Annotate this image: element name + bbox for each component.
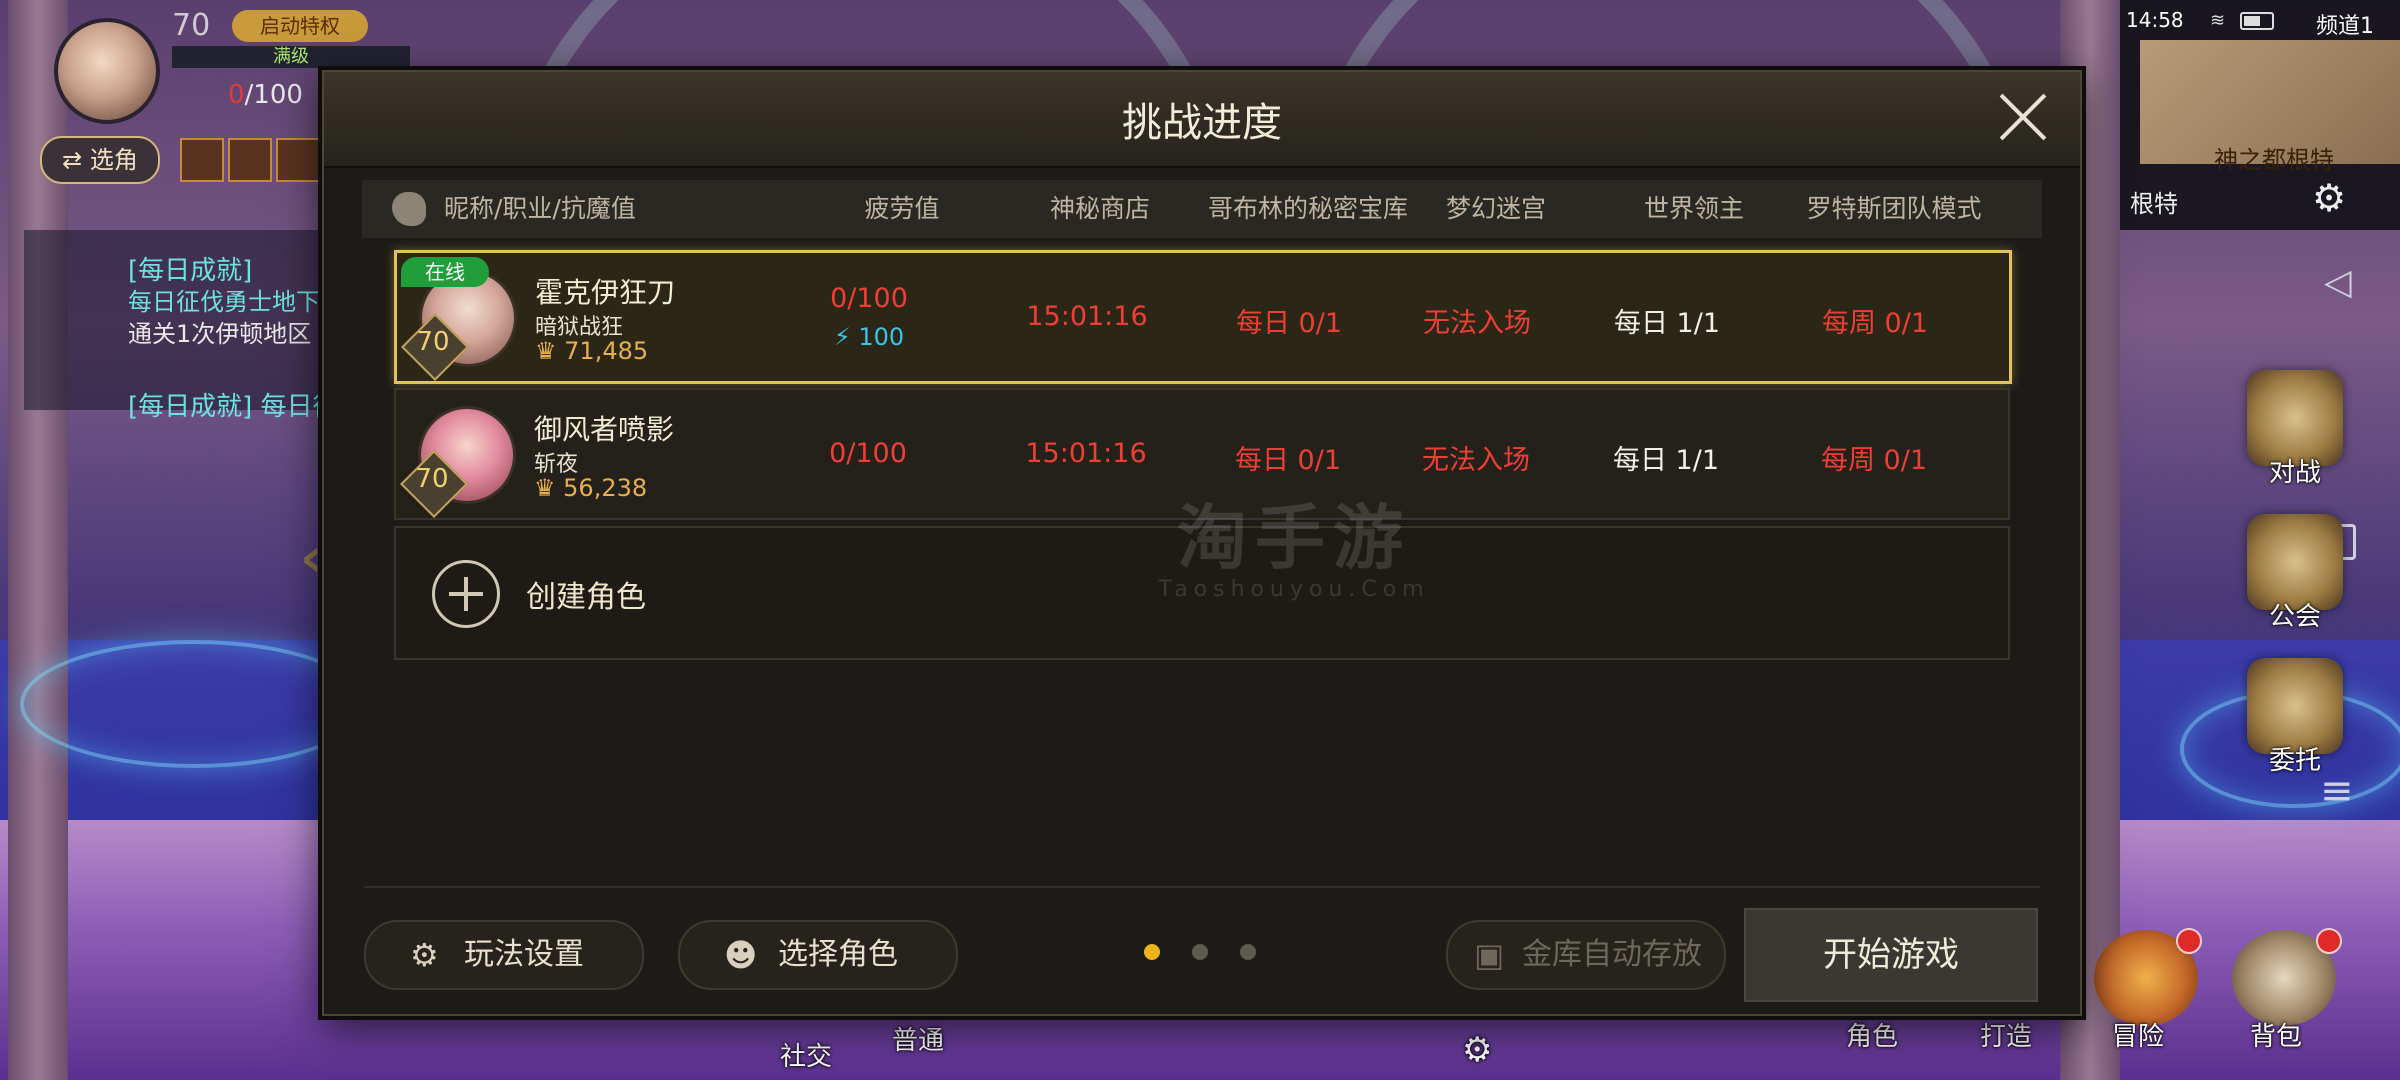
buff-icon-2[interactable]: [228, 138, 272, 182]
quest-title-second[interactable]: [每日成就] 每日征伐: [128, 386, 318, 423]
lotus-raid-status: 每周 0/1: [1821, 308, 1929, 339]
guild-button[interactable]: 公会: [2240, 514, 2350, 633]
close-icon[interactable]: [1998, 92, 2048, 142]
online-badge: 在线: [401, 257, 489, 287]
guild-label: 公会: [2268, 602, 2321, 632]
anti-magic-icon: ♛: [534, 474, 564, 502]
dream-maze-status: 无法入场: [1422, 445, 1530, 476]
stamina-max: /100: [244, 80, 303, 110]
adventure-notification-dot: [2176, 928, 2202, 954]
mystery-shop-timer: 15:01:16: [1026, 301, 1148, 332]
channel-label[interactable]: 频道1: [2316, 8, 2374, 40]
quest-description[interactable]: 每日征伐勇士地下城: [128, 282, 318, 317]
privilege-button[interactable]: 启动特权: [232, 10, 368, 42]
character-select-icon: ☻: [724, 936, 758, 974]
wifi-icon: ≋: [2210, 10, 2226, 31]
backpack-notification-dot: [2316, 928, 2342, 954]
pvp-label: 对战: [2268, 458, 2321, 488]
role-button[interactable]: 角色: [1846, 1016, 1898, 1053]
goblin-vault-status: 每日 0/1: [1234, 445, 1342, 476]
magic-circle-left: [20, 640, 368, 768]
character-level: 70: [416, 327, 450, 357]
adventure-button[interactable]: 冒险: [2112, 1016, 2164, 1053]
switch-role-button[interactable]: ⇄ 选角: [40, 136, 160, 184]
page-dot-3[interactable]: [1240, 944, 1256, 960]
minimap-location: 神之都根特: [2214, 146, 2334, 174]
lightning-icon: ⚡: [833, 323, 859, 351]
dialog-header: 挑战进度: [324, 72, 2080, 168]
mystery-shop-timer: 15:01:16: [1025, 438, 1147, 469]
character-power: ♛ 56,238: [534, 474, 647, 502]
buff-icon-3[interactable]: [276, 138, 320, 182]
full-level-bar: 满级: [172, 46, 410, 68]
footer-divider: [364, 886, 2040, 888]
gameplay-settings-button[interactable]: ⚙ 玩法设置: [364, 920, 644, 990]
gear-icon[interactable]: ⚙: [2312, 176, 2346, 220]
battery-icon: [2240, 12, 2274, 30]
world-boss-status: 每日 1/1: [1612, 445, 1720, 476]
fatigue-value: 0/100: [829, 438, 907, 469]
gameplay-settings-label: 玩法设置: [464, 937, 584, 972]
watermark-en: Taoshouyou.Com: [1158, 577, 1430, 602]
quest-objective[interactable]: 通关1次伊顿地区: [128, 314, 318, 349]
fatigue-value: 0/100: [830, 283, 908, 314]
col-world-boss: 世界领主: [1643, 194, 1744, 223]
goblin-vault-status: 每日 0/1: [1235, 308, 1343, 339]
vault-icon: ▣: [1474, 936, 1505, 974]
col-lotus-raid: 罗特斯团队模式: [1806, 194, 1982, 223]
dream-maze-status: 无法入场: [1423, 308, 1531, 339]
page-dot-2[interactable]: [1192, 944, 1208, 960]
player-avatar[interactable]: [54, 18, 160, 124]
col-fatigue: 疲劳值: [864, 194, 940, 223]
anti-magic-icon: ♛: [535, 337, 565, 365]
user-silhouette-icon: [392, 192, 426, 226]
challenge-progress-dialog: 挑战进度 昵称/职业/抗魔值 疲劳值 神秘商店 哥布林的秘密宝库 梦幻迷宫 世界…: [322, 70, 2082, 1016]
character-name: 霍克伊狂刀: [535, 276, 676, 309]
back-triangle-icon[interactable]: ◁: [2324, 262, 2352, 303]
character-level: 70: [415, 464, 449, 494]
column-header-bar: 昵称/职业/抗魔值 疲劳值 神秘商店 哥布林的秘密宝库 梦幻迷宫 世界领主 罗特…: [362, 180, 2042, 238]
gear-icon: ⚙: [410, 936, 439, 974]
create-character-label: 创建角色: [526, 580, 646, 615]
craft-button[interactable]: 打造: [1980, 1016, 2032, 1053]
character-row[interactable]: 在线 70 霍克伊狂刀 暗狱战狂 ♛ 71,485 0/100 ⚡ 100 15…: [394, 250, 2012, 384]
menu-icon[interactable]: ≡: [2320, 771, 2354, 811]
social-label[interactable]: 社交: [780, 1036, 832, 1073]
watermark: 淘手游 Taoshouyou.Com: [1074, 482, 1514, 602]
start-game-button[interactable]: 开始游戏: [1744, 908, 2038, 1002]
power-value: 71,485: [564, 337, 649, 365]
player-level: 70: [172, 8, 211, 43]
clock-text: 14:58: [2126, 8, 2184, 32]
vault-auto-store-button[interactable]: ▣ 金库自动存放: [1446, 920, 1726, 990]
power-value: 56,238: [563, 474, 648, 502]
fatigue-bonus: ⚡ 100: [799, 323, 939, 351]
fatigue-bonus-value: 100: [858, 323, 905, 351]
prev-page-arrow-icon[interactable]: ‹: [300, 526, 322, 589]
plus-circle-icon: [432, 560, 500, 628]
character-power: ♛ 71,485: [535, 337, 648, 365]
col-mystery-shop: 神秘商店: [1049, 194, 1150, 223]
backpack-button[interactable]: 背包: [2250, 1016, 2302, 1053]
stamina-readout: 0/100: [228, 80, 303, 110]
col-name: 昵称/职业/抗魔值: [444, 194, 636, 223]
select-character-label: 选择角色: [778, 937, 898, 972]
world-boss-status: 每日 1/1: [1613, 308, 1721, 339]
chat-channel-normal[interactable]: 普通: [892, 1020, 944, 1057]
page-dot-1[interactable]: [1144, 944, 1160, 960]
watermark-cn: 淘手游: [1177, 497, 1411, 579]
col-goblin-vault: 哥布林的秘密宝库: [1207, 194, 1408, 223]
lotus-raid-status: 每周 0/1: [1820, 445, 1928, 476]
buff-icon-1[interactable]: [180, 138, 224, 182]
settings-gear-icon[interactable]: ⚙: [1462, 1030, 1492, 1070]
character-name: 御风者喷影: [534, 413, 675, 446]
dialog-title: 挑战进度: [1122, 100, 1282, 146]
col-dream-maze: 梦幻迷宫: [1445, 194, 1546, 223]
pvp-button[interactable]: 对战: [2240, 370, 2350, 489]
select-character-button[interactable]: ☻ 选择角色: [678, 920, 958, 990]
stamina-current: 0: [228, 80, 245, 110]
commission-label: 委托: [2268, 746, 2321, 776]
commission-button[interactable]: 委托: [2240, 658, 2350, 777]
vault-auto-store-label: 金库自动存放: [1522, 937, 1702, 972]
area-name: 根特: [2130, 190, 2178, 218]
